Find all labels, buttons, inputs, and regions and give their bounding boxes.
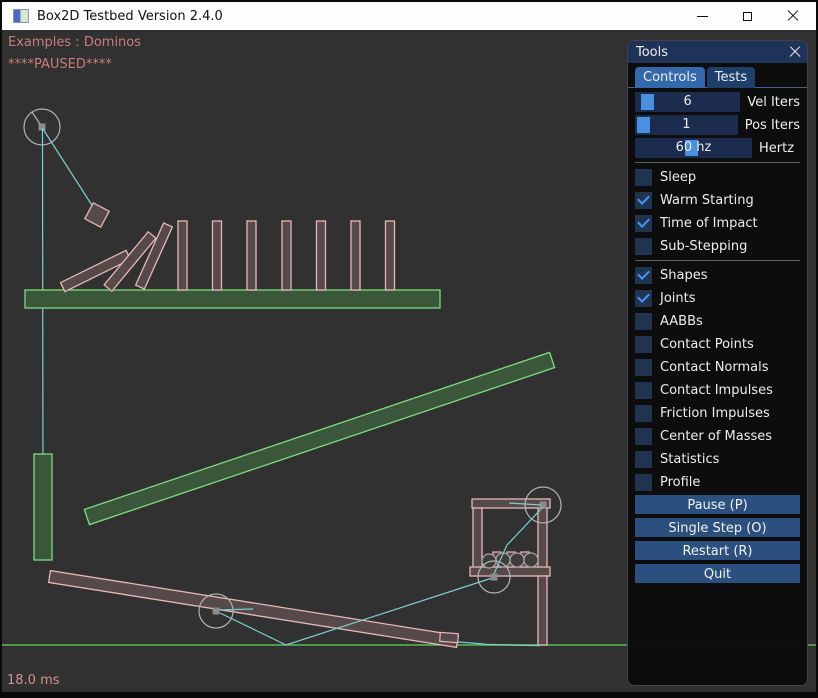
vertical-plank: [34, 454, 52, 560]
contact-normals-checkbox[interactable]: [635, 359, 652, 376]
checkbox-row-contact-points[interactable]: Contact Points: [635, 334, 800, 354]
pause-button[interactable]: Pause (P): [635, 495, 800, 514]
joints-checkbox[interactable]: [635, 290, 652, 307]
fallen-dominoes: [61, 223, 173, 292]
close-button[interactable]: [770, 2, 815, 30]
joint-line-vertical: [43, 128, 44, 506]
pos-iters-slider[interactable]: 1: [635, 115, 738, 135]
warm-starting-checkbox[interactable]: [635, 192, 652, 209]
tab-tests[interactable]: Tests: [707, 67, 755, 88]
quit-button[interactable]: Quit: [635, 564, 800, 583]
example-label: Examples : Dominos: [8, 35, 141, 50]
checkbox-row-profile[interactable]: Profile: [635, 472, 800, 492]
close-icon: [787, 10, 799, 22]
hertz-drag[interactable]: 60 hz: [635, 138, 752, 158]
tab-bar: Controls Tests: [628, 63, 807, 88]
contact-impulses-label: Contact Impulses: [660, 383, 773, 398]
time-of-impact-label: Time of Impact: [660, 216, 758, 231]
checkbox-row-contact-impulses[interactable]: Contact Impulses: [635, 380, 800, 400]
frame-time-label: 18.0 ms: [7, 673, 60, 688]
minimize-icon: [697, 16, 708, 17]
sleep-label: Sleep: [660, 170, 696, 185]
hertz-row: 60 hz Hertz: [635, 138, 800, 158]
checkbox-row-center-of-masses[interactable]: Center of Masses: [635, 426, 800, 446]
checkbox-row-warm-starting[interactable]: Warm Starting: [635, 190, 800, 210]
window-titlebar[interactable]: Box2D Testbed Version 2.4.0: [2, 2, 816, 30]
checkbox-row-time-of-impact[interactable]: Time of Impact: [635, 213, 800, 233]
tab-controls[interactable]: Controls: [635, 67, 705, 88]
joint-line-ground: [458, 642, 484, 644]
tools-panel-title: Tools: [636, 45, 668, 60]
center-of-masses-label: Center of Masses: [660, 429, 772, 444]
vel-iters-slider[interactable]: 6: [635, 92, 740, 112]
contact-points-checkbox[interactable]: [635, 336, 652, 353]
aabbs-label: AABBs: [660, 314, 703, 329]
pos-iters-value: 1: [635, 115, 738, 135]
sub-stepping-checkbox[interactable]: [635, 238, 652, 255]
ground-box: [440, 632, 459, 642]
shapes-label: Shapes: [660, 268, 707, 283]
tab-controls-label: Controls: [643, 70, 697, 85]
joints-label: Joints: [660, 291, 696, 306]
checkbox-row-joints[interactable]: Joints: [635, 288, 800, 308]
friction-impulses-label: Friction Impulses: [660, 406, 770, 421]
center-of-masses-checkbox[interactable]: [635, 428, 652, 445]
sleep-checkbox[interactable]: [635, 169, 652, 186]
minimize-button[interactable]: [680, 2, 725, 30]
tools-panel-titlebar[interactable]: Tools: [628, 41, 807, 63]
maximize-icon: [743, 12, 752, 21]
standing-dominoes: [178, 221, 395, 290]
statistics-checkbox[interactable]: [635, 451, 652, 468]
checkbox-row-sleep[interactable]: Sleep: [635, 167, 800, 187]
separator: [635, 162, 800, 163]
app-icon: [13, 9, 29, 23]
tab-tests-label: Tests: [715, 70, 747, 85]
hertz-value: 60 hz: [635, 138, 752, 158]
joint-line-pendulum: [43, 129, 95, 210]
physics-canvas[interactable]: Examples : Dominos ****PAUSED**** 18.0 m…: [2, 30, 816, 692]
pendulum-box: [85, 203, 109, 227]
button-stack: Pause (P) Single Step (O) Restart (R) Qu…: [635, 495, 800, 583]
checkbox-row-contact-normals[interactable]: Contact Normals: [635, 357, 800, 377]
checkbox-row-friction-impulses[interactable]: Friction Impulses: [635, 403, 800, 423]
upper-shelf: [25, 290, 440, 308]
checkbox-row-sub-stepping[interactable]: Sub-Stepping: [635, 236, 800, 256]
separator: [635, 260, 800, 261]
contact-impulses-checkbox[interactable]: [635, 382, 652, 399]
vel-iters-row: 6 Vel Iters: [635, 92, 800, 112]
pos-iters-row: 1 Pos Iters: [635, 115, 800, 135]
sub-stepping-label: Sub-Stepping: [660, 239, 747, 254]
time-of-impact-checkbox[interactable]: [635, 215, 652, 232]
stand-frame: [470, 499, 550, 645]
statistics-label: Statistics: [660, 452, 719, 467]
contact-normals-label: Contact Normals: [660, 360, 769, 375]
friction-impulses-checkbox[interactable]: [635, 405, 652, 422]
checkbox-row-shapes[interactable]: Shapes: [635, 265, 800, 285]
contact-segment: [484, 645, 540, 646]
shapes-checkbox[interactable]: [635, 267, 652, 284]
pos-iters-label: Pos Iters: [745, 118, 800, 133]
maximize-button[interactable]: [725, 2, 770, 30]
aabbs-checkbox[interactable]: [635, 313, 652, 330]
hertz-label: Hertz: [759, 141, 794, 156]
panel-close-icon[interactable]: [788, 45, 802, 59]
single-step-button[interactable]: Single Step (O): [635, 518, 800, 537]
paused-label: ****PAUSED****: [8, 57, 112, 72]
checkbox-row-aabbs[interactable]: AABBs: [635, 311, 800, 331]
checkbox-row-statistics[interactable]: Statistics: [635, 449, 800, 469]
window-controls: [680, 2, 815, 30]
tools-panel: Tools Controls Tests 6 Vel Iters: [627, 40, 808, 686]
vel-iters-value: 6: [635, 92, 740, 112]
contact-points-label: Contact Points: [660, 337, 754, 352]
profile-label: Profile: [660, 475, 700, 490]
restart-button[interactable]: Restart (R): [635, 541, 800, 560]
warm-starting-label: Warm Starting: [660, 193, 754, 208]
vel-iters-label: Vel Iters: [747, 95, 800, 110]
profile-checkbox[interactable]: [635, 474, 652, 491]
window-title: Box2D Testbed Version 2.4.0: [37, 9, 223, 24]
